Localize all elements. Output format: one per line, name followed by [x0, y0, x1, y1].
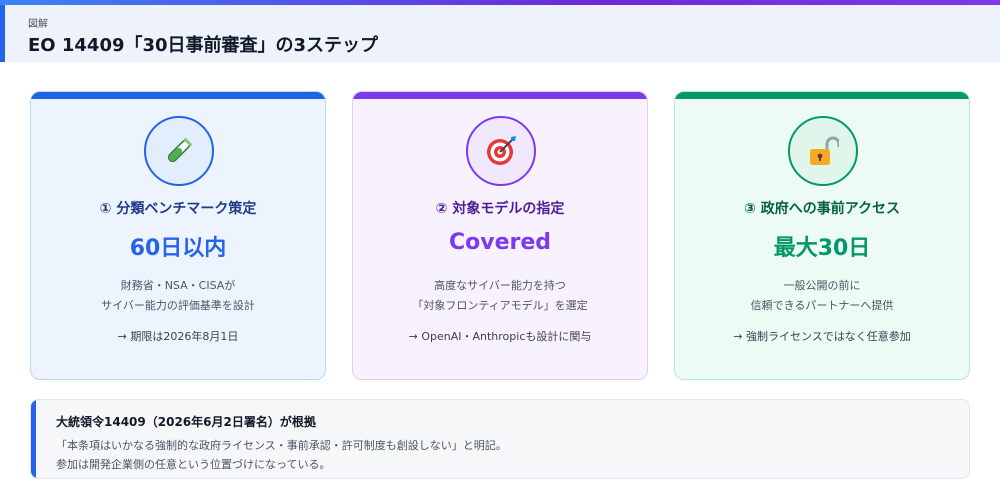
step-value: Covered	[448, 230, 552, 255]
step-title: ① 分類ベンチマーク策定	[99, 201, 257, 217]
page-title: EO 14409「30日事前審査」の3ステップ	[28, 35, 379, 56]
callout-line: 「本条項はいかなる強制的な政府ライセンス・事前承認・許可制度も創設しない」と明記…	[56, 439, 507, 452]
step-card-2: ② 対象モデルの指定 Covered 高度なサイバー能力を持つ 「対象フロンティ…	[352, 91, 648, 380]
description-line: 財務省・NSA・CISAが	[120, 279, 236, 292]
description-line: 高度なサイバー能力を持つ	[434, 279, 566, 292]
step-card-1: ① 分類ベンチマーク策定 60日以内 財務省・NSA・CISAが サイバー能力の…	[30, 91, 326, 380]
step-title: ② 対象モデルの指定	[435, 201, 565, 217]
step-value: 最大30日	[773, 236, 871, 261]
description-line: 信頼できるパートナーへ提供	[750, 299, 894, 312]
step-value: 60日以内	[129, 236, 227, 261]
step-note: → 期限は2026年8月1日	[117, 330, 239, 343]
step-description: 一般公開の前に 信頼できるパートナーへ提供	[675, 276, 969, 316]
description-line: サイバー能力の評価基準を設計	[101, 299, 255, 312]
description-line: 一般公開の前に	[783, 279, 861, 292]
legal-basis-callout: 大統領令14409（2026年6月2日署名）が根拠 「本条項はいかなる強制的な政…	[30, 399, 970, 479]
header-eyebrow: 図解	[28, 19, 48, 30]
target-dart-icon	[466, 116, 536, 186]
test-tube-icon	[144, 116, 214, 186]
card-top-bar	[31, 92, 325, 99]
header-accent-bar	[0, 5, 5, 62]
step-description: 高度なサイバー能力を持つ 「対象フロンティアモデル」を選定	[353, 276, 647, 316]
unlocked-padlock-icon	[788, 116, 858, 186]
callout-title: 大統領令14409（2026年6月2日署名）が根拠	[56, 415, 316, 429]
step-note: → OpenAI・Anthropicも設計に関与	[408, 330, 592, 343]
step-title: ③ 政府への事前アクセス	[743, 201, 901, 217]
step-note: → 強制ライセンスではなく任意参加	[733, 330, 911, 343]
card-top-bar	[675, 92, 969, 99]
card-top-bar	[353, 92, 647, 99]
callout-line: 参加は開発企業側の任意という位置づけになっている。	[56, 458, 331, 471]
description-line: 「対象フロンティアモデル」を選定	[412, 299, 588, 312]
step-description: 財務省・NSA・CISAが サイバー能力の評価基準を設計	[31, 276, 325, 316]
callout-accent-bar	[31, 400, 36, 478]
step-card-3: ③ 政府への事前アクセス 最大30日 一般公開の前に 信頼できるパートナーへ提供…	[674, 91, 970, 380]
